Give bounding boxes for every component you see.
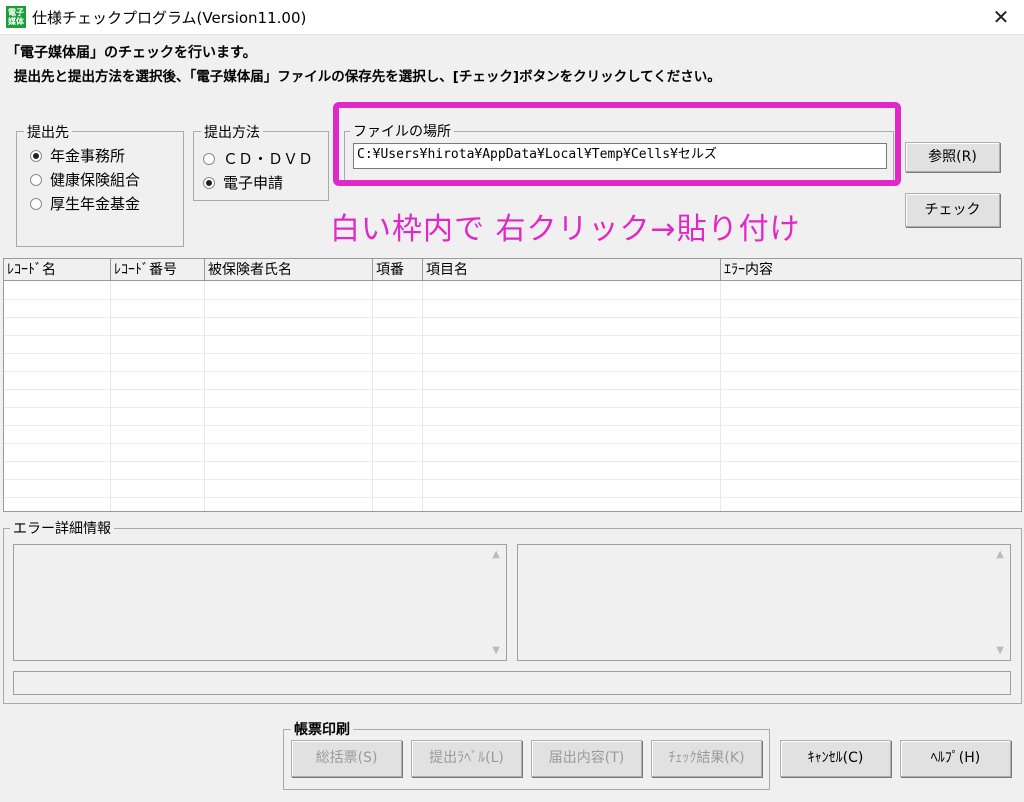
app-icon: 電子媒体 (6, 6, 26, 28)
error-detail-left-text[interactable]: ▲ ▼ (13, 544, 507, 661)
highlight-frame (333, 102, 901, 186)
column-header-item-no[interactable]: 項番 (373, 259, 423, 281)
radio-destination-health-insurance[interactable]: 健康保険組合 (30, 169, 140, 190)
title-bar: 電子媒体 仕様チェックプログラム(Version11.00) ✕ (0, 0, 1024, 35)
description-line-1: 「電子媒体届」のチェックを行います。 (6, 45, 257, 61)
scroll-down-icon[interactable]: ▼ (492, 645, 500, 656)
radio-button-icon[interactable] (30, 173, 42, 186)
summary-print-button[interactable]: 総括票(S) (291, 740, 402, 777)
radio-destination-pension-office[interactable]: 年金事務所 (30, 145, 125, 166)
radio-method-cd-dvd[interactable]: ＣＤ・ＤＶＤ (203, 148, 313, 169)
error-details-label: エラー詳細情報 (10, 518, 114, 538)
error-detail-status-field (13, 671, 1011, 695)
cancel-button[interactable]: ｷｬﾝｾﾙ(C) (780, 740, 891, 777)
destination-group-label: 提出先 (24, 122, 72, 142)
check-button[interactable]: チェック (905, 193, 1000, 227)
print-group-label: 帳票印刷 (291, 719, 353, 739)
help-button[interactable]: ﾍﾙﾌﾟ(H) (900, 740, 1011, 777)
window-title: 仕様チェックプログラム(Version11.00) (32, 9, 307, 27)
column-header-item-name[interactable]: 項目名 (423, 259, 721, 281)
column-header-record-number[interactable]: ﾚｺｰﾄﾞ番号 (111, 259, 205, 281)
column-header-insured-name[interactable]: 被保険者氏名 (205, 259, 373, 281)
scroll-up-icon[interactable]: ▲ (492, 549, 500, 560)
column-header-record-name[interactable]: ﾚｺｰﾄﾞ名 (4, 259, 111, 281)
scroll-up-icon[interactable]: ▲ (996, 549, 1004, 560)
results-table[interactable]: ﾚｺｰﾄﾞ名 ﾚｺｰﾄﾞ番号 被保険者氏名 項番 項目名 ｴﾗｰ内容 (3, 258, 1022, 512)
radio-button-icon[interactable] (30, 197, 42, 210)
radio-destination-pension-fund[interactable]: 厚生年金基金 (30, 193, 140, 214)
browse-button[interactable]: 参照(R) (905, 142, 1000, 172)
close-button[interactable]: ✕ (978, 0, 1024, 34)
error-detail-right-text[interactable]: ▲ ▼ (517, 544, 1011, 661)
method-group-label: 提出方法 (201, 122, 263, 142)
scroll-down-icon[interactable]: ▼ (996, 645, 1004, 656)
submission-label-button[interactable]: 提出ﾗﾍﾞﾙ(L) (411, 740, 522, 777)
radio-button-icon[interactable] (203, 176, 215, 189)
radio-method-electronic[interactable]: 電子申請 (203, 172, 283, 193)
notification-content-button[interactable]: 届出内容(T) (531, 740, 642, 777)
column-header-error-content[interactable]: ｴﾗｰ内容 (721, 259, 1021, 281)
radio-button-icon[interactable] (30, 149, 42, 162)
description-line-2: 提出先と提出方法を選択後、「電子媒体届」ファイルの保存先を選択し、[チェック]ボ… (14, 69, 721, 85)
check-result-button[interactable]: ﾁｪｯｸ結果(K) (651, 740, 762, 777)
radio-button-icon[interactable] (203, 152, 215, 165)
annotation-text: 白い枠内で 右クリック→貼り付け (330, 212, 801, 247)
